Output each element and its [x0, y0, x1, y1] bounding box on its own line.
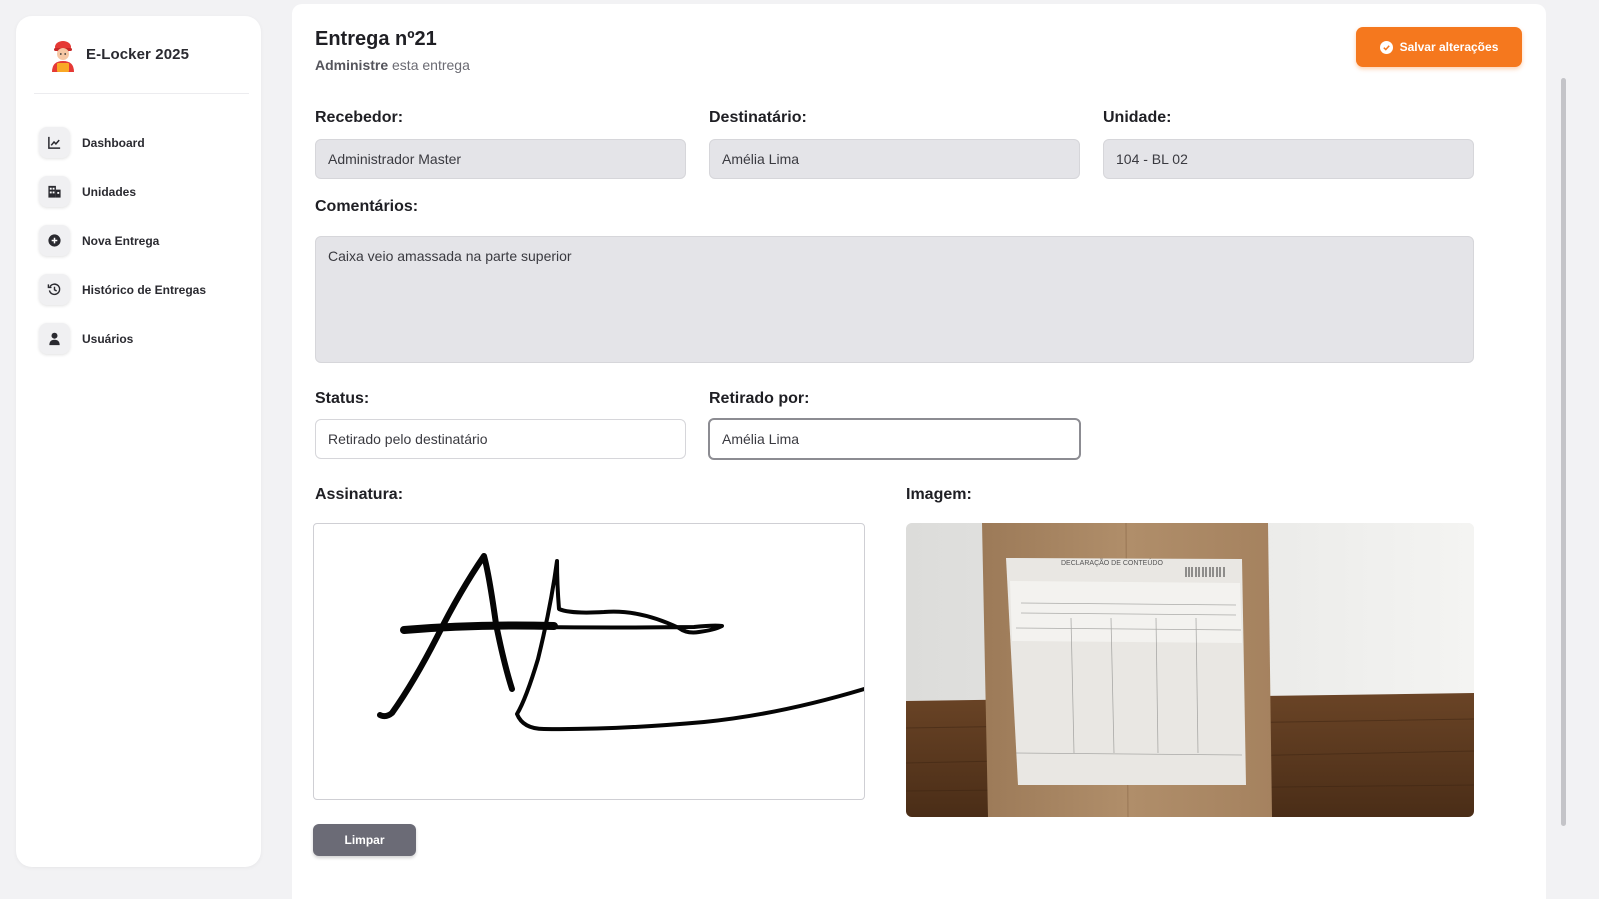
comentarios-textarea[interactable]: Caixa veio amassada na parte superior — [315, 236, 1474, 363]
comentarios-value: Caixa veio amassada na parte superior — [328, 248, 572, 264]
comentarios-label: Comentários: — [315, 198, 419, 215]
sidebar-item-label: Usuários — [82, 331, 134, 346]
destinatario-label: Destinatário: — [709, 109, 807, 126]
brand[interactable]: E-Locker 2025 — [16, 16, 261, 93]
page-subtitle: Administre esta entrega — [315, 57, 470, 73]
subtitle-bold: Administre — [315, 57, 389, 73]
unidade-field[interactable]: 104 - BL 02 — [1103, 139, 1474, 179]
user-icon — [39, 323, 70, 354]
sidebar-item-label: Histórico de Entregas — [82, 282, 207, 297]
sidebar-item-label: Unidades — [82, 184, 137, 199]
retirado-por-value: Amélia Lima — [722, 431, 800, 447]
status-field[interactable]: Retirado pelo destinatário — [315, 419, 686, 459]
sidebar-item-historico[interactable]: Histórico de Entregas — [39, 265, 251, 314]
delivery-person-logo-icon — [52, 40, 74, 72]
app-name: E-Locker 2025 — [86, 46, 190, 63]
imagem-label: Imagem: — [906, 486, 972, 503]
sidebar-item-label: Dashboard — [82, 135, 145, 150]
status-value: Retirado pelo destinatário — [328, 431, 488, 447]
sidebar-divider — [34, 93, 249, 94]
sidebar: E-Locker 2025 Dashboard Unidades Nova En… — [16, 16, 261, 867]
page-title: Entrega nº21 — [315, 28, 437, 50]
unidade-label: Unidade: — [1103, 109, 1172, 126]
recebedor-field[interactable]: Administrador Master — [315, 139, 686, 179]
sidebar-nav: Dashboard Unidades Nova Entrega Históric… — [39, 118, 251, 363]
history-icon — [39, 274, 70, 305]
sidebar-item-nova-entrega[interactable]: Nova Entrega — [39, 216, 251, 265]
package-photo: DECLARAÇÃO DE CONTEÚDO — [906, 523, 1474, 817]
package-photo-illustration: DECLARAÇÃO DE CONTEÚDO — [906, 523, 1474, 817]
sidebar-item-dashboard[interactable]: Dashboard — [39, 118, 251, 167]
clear-signature-button[interactable]: Limpar — [313, 824, 416, 856]
status-label: Status: — [315, 390, 370, 407]
sidebar-item-label: Nova Entrega — [82, 233, 160, 248]
save-changes-button[interactable]: Salvar alterações — [1356, 27, 1522, 67]
sidebar-item-unidades[interactable]: Unidades — [39, 167, 251, 216]
check-circle-icon — [1379, 40, 1393, 54]
retirado-por-input[interactable]: Amélia Lima — [708, 418, 1081, 460]
destinatario-value: Amélia Lima — [722, 151, 800, 167]
plus-circle-icon — [39, 225, 70, 256]
signature-drawing — [377, 553, 864, 732]
scrollbar[interactable] — [1558, 0, 1568, 899]
recebedor-value: Administrador Master — [328, 151, 462, 167]
chart-line-icon — [39, 127, 70, 158]
main-panel: Entrega nº21 Administre esta entrega Sal… — [292, 4, 1546, 899]
unidade-value: 104 - BL 02 — [1116, 151, 1188, 167]
recebedor-label: Recebedor: — [315, 109, 404, 126]
subtitle-rest: esta entrega — [388, 57, 470, 73]
photo-doc-heading: DECLARAÇÃO DE CONTEÚDO — [1061, 558, 1163, 567]
scrollbar-thumb[interactable] — [1561, 78, 1566, 826]
save-button-label: Salvar alterações — [1399, 40, 1499, 54]
assinatura-label: Assinatura: — [315, 486, 404, 503]
sidebar-item-usuarios[interactable]: Usuários — [39, 314, 251, 363]
retirado-por-label: Retirado por: — [709, 390, 810, 407]
building-icon — [39, 176, 70, 207]
destinatario-field[interactable]: Amélia Lima — [709, 139, 1080, 179]
signature-canvas[interactable] — [313, 523, 865, 800]
